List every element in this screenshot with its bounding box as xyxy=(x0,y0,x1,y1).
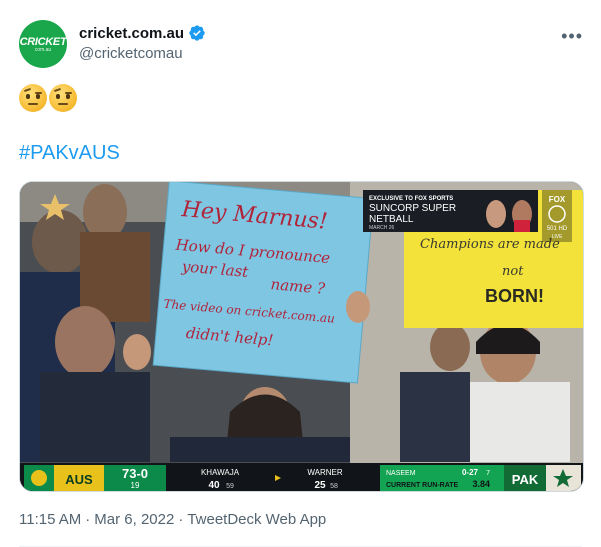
avatar[interactable]: CRICKET com.au xyxy=(19,20,67,68)
ad-line-2: SUNCORP SUPER xyxy=(369,203,456,214)
yellow-sign-line-1: Champions are made xyxy=(420,237,560,252)
tweet-separator: · xyxy=(178,511,184,528)
raised-eyebrow-emoji-icon xyxy=(49,84,77,112)
ad-line-3: NETBALL xyxy=(369,214,414,225)
broadcaster-logo: FOX 501 HD LIVE xyxy=(542,190,572,242)
batting-team: AUS xyxy=(65,472,93,487)
batter2-runs: 25 xyxy=(314,480,326,491)
raised-eyebrow-emoji-icon xyxy=(19,84,47,112)
run-rate-value: 3.84 xyxy=(472,479,490,489)
more-horizontal-icon[interactable]: ••• xyxy=(561,26,583,47)
broadcaster-line-3: LIVE xyxy=(552,234,564,240)
tweet-media-image[interactable]: Hey Marnus! How do I pronounce your last… xyxy=(19,181,584,492)
crowd-photo: Hey Marnus! How do I pronounce your last… xyxy=(20,182,583,491)
tweet-emoji-text xyxy=(19,84,77,112)
yellow-sign-line-3: BORN! xyxy=(485,286,544,306)
tweet-time[interactable]: 11:15 AM xyxy=(19,511,81,528)
tweet-separator: · xyxy=(85,511,91,528)
bowler-figures: 0-27 xyxy=(462,468,479,477)
hashtag-link[interactable]: #PAKvAUS xyxy=(19,142,120,165)
batter1-runs: 40 xyxy=(208,480,220,491)
bowler-overs: 7 xyxy=(486,470,490,477)
author-handle[interactable]: @cricketcomau xyxy=(79,45,183,62)
team-score: 73-0 xyxy=(122,466,148,481)
verified-badge-icon xyxy=(189,25,205,41)
yellow-sign-line-2: not xyxy=(502,264,524,279)
team-overs: 19 xyxy=(131,481,140,490)
batter1-balls: 59 xyxy=(226,483,234,490)
broadcaster-line-1: FOX xyxy=(549,195,566,204)
batter1-name: KHAWAJA xyxy=(201,468,240,477)
ad-line-4: MARCH 26 xyxy=(369,225,395,231)
broadcast-ad-overlay: EXCLUSIVE TO FOX SPORTS SUNCORP SUPER NE… xyxy=(363,190,538,232)
author-name-row: cricket.com.au xyxy=(79,24,206,42)
bowler-name: NASEEM xyxy=(386,470,416,477)
tweet-metadata: 11:15 AM · Mar 6, 2022 · TweetDeck Web A… xyxy=(19,511,326,528)
batter2-balls: 58 xyxy=(330,483,338,490)
avatar-logo-subtext: com.au xyxy=(34,46,52,53)
tweet-source[interactable]: TweetDeck Web App xyxy=(187,511,326,528)
batter2-name: WARNER xyxy=(307,468,342,477)
tweet-date[interactable]: Mar 6, 2022 xyxy=(94,511,174,528)
fan-sign-blue: Hey Marnus! How do I pronounce your last… xyxy=(152,182,375,384)
tweet-card[interactable]: CRICKET com.au cricket.com.au @cricketco… xyxy=(0,0,601,547)
scoreboard: AUS 73-0 19 KHAWAJA 40 59 WARNER 25 58 N… xyxy=(20,463,583,491)
ad-line-1: EXCLUSIVE TO FOX SPORTS xyxy=(369,196,453,202)
bowling-team: PAK xyxy=(512,472,539,487)
author-display-name[interactable]: cricket.com.au xyxy=(79,25,184,42)
run-rate-label: CURRENT RUN-RATE xyxy=(386,482,459,489)
broadcaster-line-2: 501 HD xyxy=(547,226,568,232)
